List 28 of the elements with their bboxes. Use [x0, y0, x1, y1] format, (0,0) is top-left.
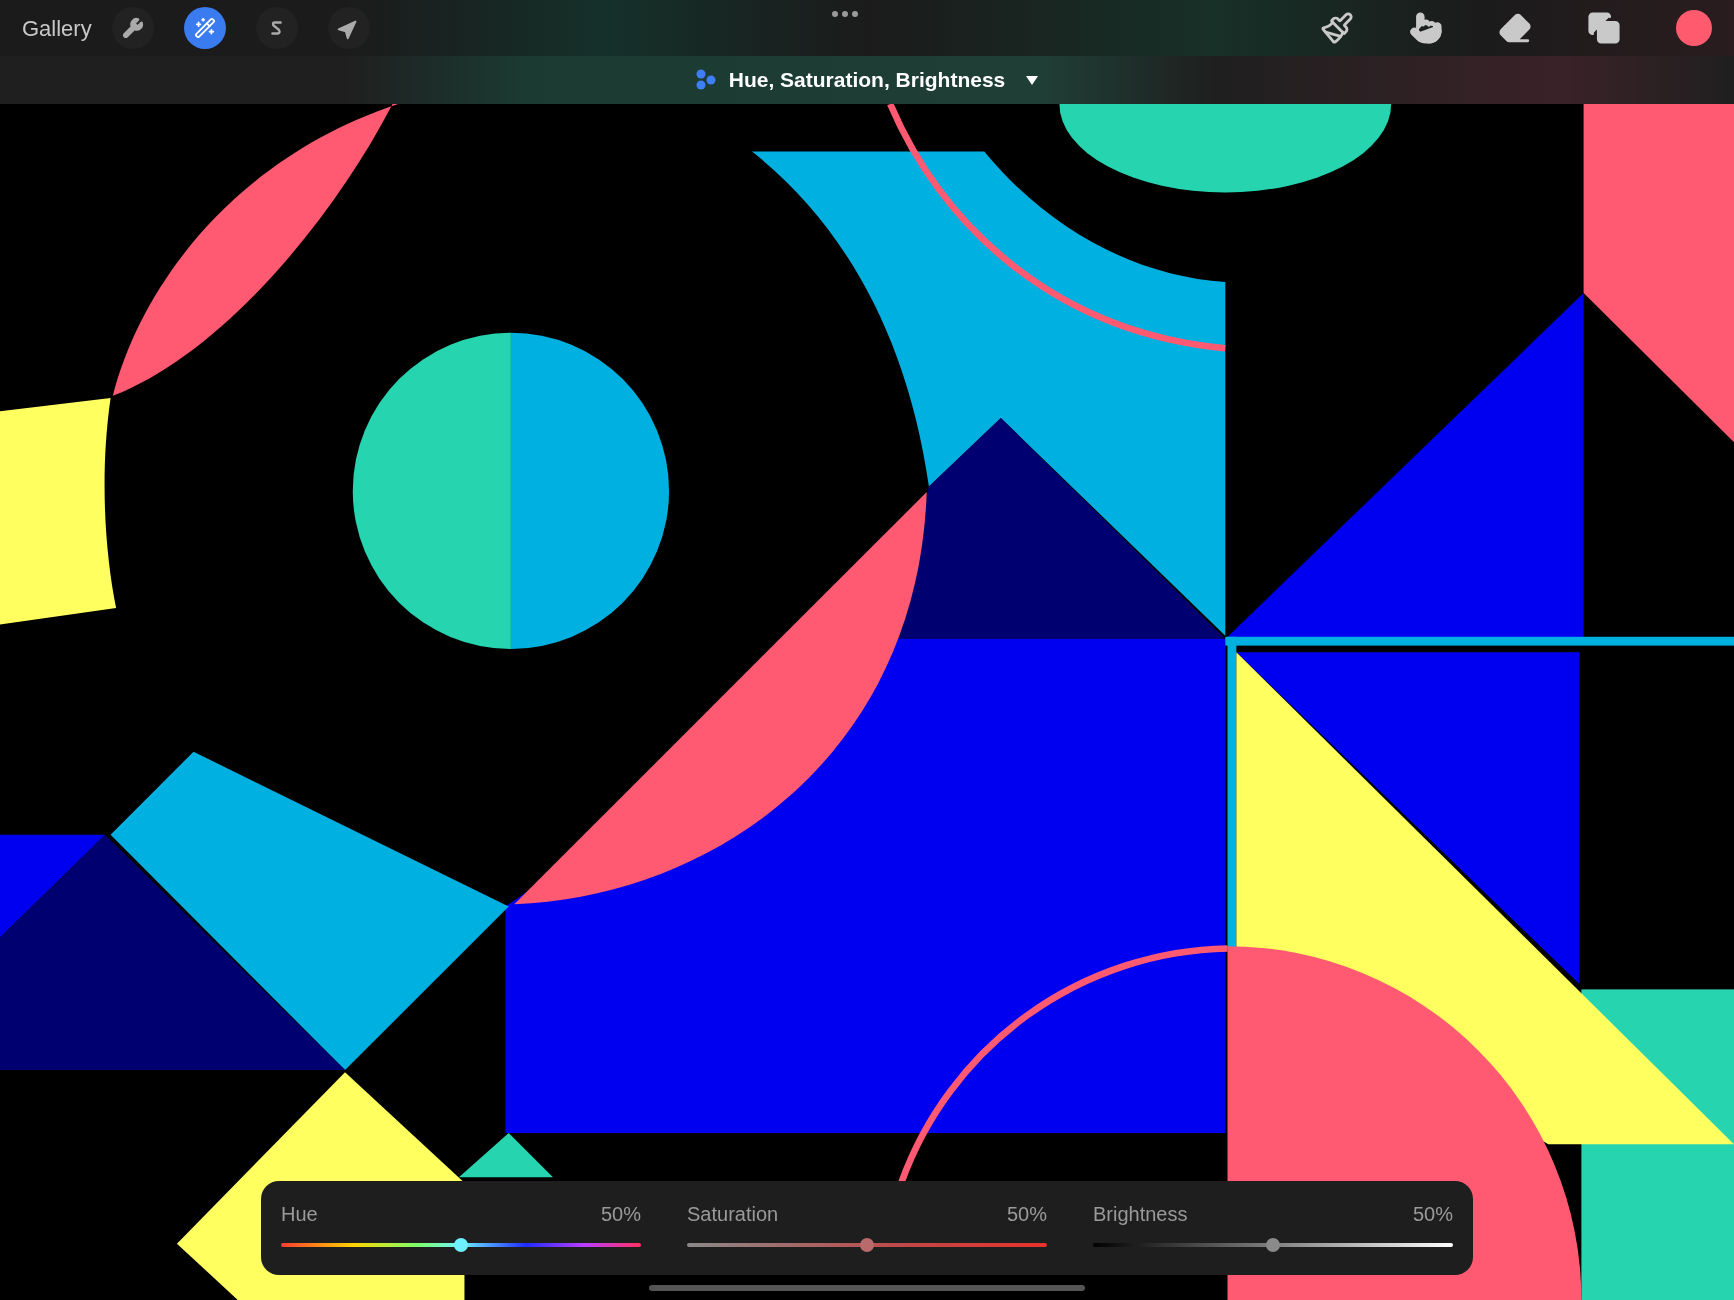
tool-button[interactable] — [111, 7, 154, 49]
brush-icon[interactable] — [1320, 11, 1354, 45]
wrench-icon — [121, 17, 144, 39]
dots-icon — [694, 69, 717, 91]
slider-label: Saturation — [687, 1202, 779, 1227]
color-swatch[interactable] — [1676, 10, 1712, 46]
slider-label: Hue — [281, 1202, 318, 1227]
finger-icon[interactable] — [1409, 11, 1443, 45]
eraser-icon[interactable] — [1498, 11, 1532, 45]
layers-icon[interactable] — [1587, 11, 1621, 45]
magic-wand-icon — [193, 17, 216, 39]
slider-label: Brightness — [1093, 1202, 1188, 1227]
tool-button[interactable] — [255, 7, 298, 49]
slider-thumb[interactable] — [1266, 1238, 1280, 1252]
slider-thumb[interactable] — [860, 1238, 874, 1252]
tool-button[interactable] — [327, 7, 370, 49]
slider-reading: 50% — [1412, 1202, 1453, 1227]
caret-icon[interactable] — [1025, 74, 1040, 86]
slider-reading: 50% — [1006, 1202, 1047, 1227]
slider-track[interactable] — [687, 1238, 1047, 1252]
slider-reading: 50% — [600, 1202, 641, 1227]
more-icon[interactable] — [830, 10, 859, 18]
tool-button[interactable] — [183, 7, 226, 49]
adjustment-title[interactable]: Hue, Saturation, Brightness — [728, 64, 1006, 96]
slider-track[interactable] — [281, 1238, 641, 1252]
slider-thumb[interactable] — [454, 1238, 468, 1252]
slider-track[interactable] — [1093, 1238, 1453, 1252]
gallery-button[interactable]: Gallery — [22, 11, 92, 45]
